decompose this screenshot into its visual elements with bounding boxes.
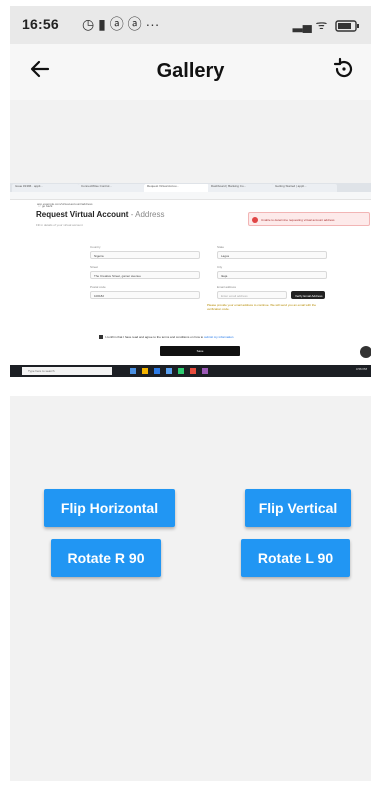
taskbar-app-icon [142,368,148,374]
browser-tab-active: Request Virtual Accou... [144,184,209,192]
alert-icon [252,217,258,223]
reset-button[interactable] [331,56,357,82]
gallery-content: Issue #1396 · appli... ConnectWise Contr… [10,100,371,781]
field-country: Nigeria [90,251,200,259]
flip-horizontal-button[interactable]: Flip Horizontal [44,489,175,527]
image-alert: Unable to determine requesting virtual a… [248,212,370,226]
browser-address-row: app.example.com/virtual-account/address [10,192,371,207]
rotate-reset-icon [333,57,353,78]
app-bar: Gallery [10,44,371,100]
phone-screen: 16:56 ◷ ▮ ⓐ ⓐ ··· ▂▄ ᯤ Gallery Issue #13… [10,6,371,781]
gallery-image[interactable]: Issue #1396 · appli... ConnectWise Contr… [10,183,371,396]
taskbar-app-icon [178,368,184,374]
taskbar-app-icon [130,368,136,374]
chat-fab-icon [360,346,371,358]
taskbar-app-icon [202,368,208,374]
field-city: Ikeja [217,271,327,279]
taskbar-app-icon [190,368,196,374]
field-label: State [217,245,225,249]
taskbar-search: Type here to search [22,367,112,375]
browser-tab: Issue #1396 · appli... [12,184,79,192]
browser-url: app.example.com/virtual-account/address [34,202,337,207]
system-icons: ▂▄ ᯤ [293,15,361,33]
page-title: Gallery [156,60,225,82]
browser-tab: ConnectWise Control... [78,184,145,192]
field-label: City [217,265,223,269]
field-label: Street [90,265,99,269]
image-page-desc: Fill in details of your virtual account [36,223,83,227]
browser-tab-strip: Issue #1396 · appli... ConnectWise Contr… [10,183,371,192]
browser-tab: Dashboard | Banking Co... [208,184,273,192]
status-time: 16:56 [22,16,59,32]
field-state: Lagos [217,251,327,259]
info-note: Please provide your email address to con… [207,303,317,311]
terms-checkbox: I confirm that I have read and agree to … [99,335,233,340]
notification-icons: ◷ ▮ ⓐ ⓐ ··· [82,16,160,32]
battery-icon [335,19,359,32]
verify-email-button: Verify Email Address [291,291,325,299]
taskbar-app-icon [166,368,172,374]
field-postal: 100182 [90,291,200,299]
field-email: Enter email address [217,291,287,299]
field-label: Email address [217,285,237,289]
flip-vertical-button[interactable]: Flip Vertical [245,489,351,527]
taskbar-app-icon [154,368,160,374]
field-label: Postal code [90,285,106,289]
windows-taskbar: Type here to search 4:56 PM [10,365,371,377]
save-button: Save [160,346,240,356]
rotate-right-button[interactable]: Rotate R 90 [51,539,161,577]
image-page-title: Request Virtual Account - Address [36,210,165,219]
signal-wifi-icon: ▂▄ ᯤ [292,17,328,32]
rotate-left-button[interactable]: Rotate L 90 [241,539,350,577]
field-street: The Creative Street, gamer avenue [90,271,200,279]
checkbox-icon [99,335,103,340]
browser-tab: Getting Started | appli... [272,184,337,192]
image-breadcrumb: ← go back [38,204,53,208]
field-label: Country [90,245,101,249]
taskbar-clock: 4:56 PM [355,367,367,371]
status-bar: 16:56 ◷ ▮ ⓐ ⓐ ··· ▂▄ ᯤ [10,6,371,44]
